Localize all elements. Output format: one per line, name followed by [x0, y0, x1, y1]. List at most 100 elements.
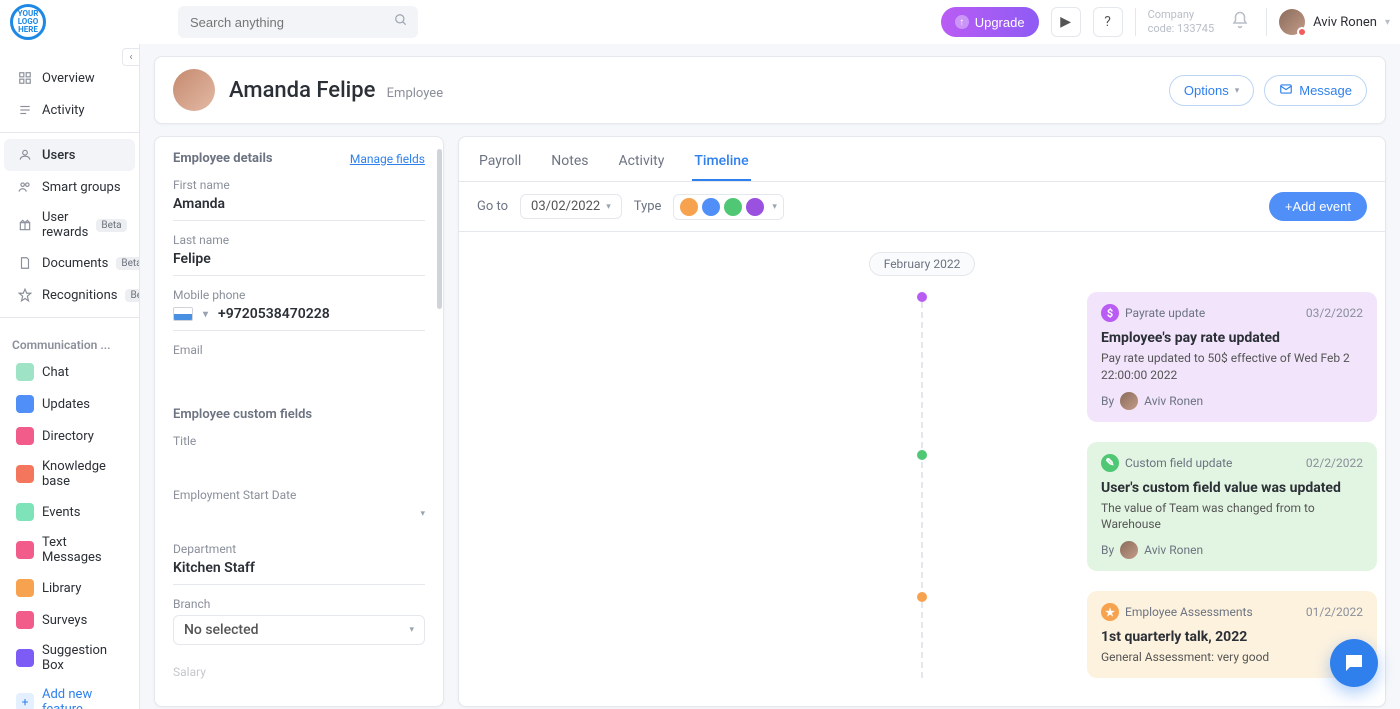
divider: [1135, 8, 1136, 36]
upgrade-icon: ↑: [955, 15, 969, 29]
options-button[interactable]: Options▾: [1169, 75, 1254, 106]
sidebar-smart-groups[interactable]: Smart groups: [4, 171, 135, 203]
sidebar-recognitions[interactable]: Recognitions Beta: [4, 279, 135, 311]
branch-select[interactable]: No selected▾: [173, 615, 425, 645]
user-icon: [16, 146, 34, 164]
event-by: By Aviv Ronen: [1101, 392, 1363, 410]
timeline-panel: Payroll Notes Activity Timeline Go to 03…: [458, 136, 1386, 707]
main: Amanda Felipe Employee Options▾ Message …: [140, 44, 1400, 709]
sidebar-collapse-button[interactable]: ‹: [122, 48, 140, 66]
chat-icon: [16, 363, 34, 381]
add-event-button[interactable]: +Add event: [1269, 192, 1367, 221]
tab-notes[interactable]: Notes: [549, 147, 590, 181]
logo: YOURLOGOHERE: [10, 4, 46, 40]
sidebar-events[interactable]: Events: [4, 496, 135, 528]
message-button[interactable]: Message: [1264, 75, 1367, 106]
chevron-down-icon[interactable]: ▾: [203, 309, 208, 320]
mobile-label: Mobile phone: [173, 288, 425, 302]
tabs: Payroll Notes Activity Timeline: [459, 137, 1385, 182]
beta-badge: Beta: [96, 219, 126, 232]
sidebar-users[interactable]: Users: [4, 139, 135, 171]
sidebar-user-rewards[interactable]: User rewards Beta: [4, 203, 135, 247]
type-filter[interactable]: ▾: [673, 194, 784, 220]
start-date-select[interactable]: ▾: [173, 506, 425, 522]
users-icon: [16, 178, 34, 196]
company-code: Company code: 133745: [1148, 8, 1215, 37]
goto-label: Go to: [477, 199, 508, 214]
timeline-dot: [917, 292, 927, 302]
scrollbar[interactable]: [435, 137, 443, 706]
search-box[interactable]: [178, 6, 418, 38]
profile-name: Amanda Felipe: [229, 78, 375, 103]
employee-details-panel: Employee details Manage fields First nam…: [154, 136, 444, 707]
sidebar-chat[interactable]: Chat: [4, 356, 135, 388]
flag-icon: [173, 307, 193, 321]
sidebar-suggestion[interactable]: Suggestion Box: [4, 636, 135, 680]
timeline-line: [921, 292, 923, 678]
sidebar-directory[interactable]: Directory: [4, 420, 135, 452]
bell-icon[interactable]: [1226, 11, 1254, 33]
event-desc: Pay rate updated to 50$ effective of Wed…: [1101, 350, 1363, 384]
event-date: 02/2/2022: [1306, 456, 1363, 470]
assessment-icon: ★: [1101, 603, 1119, 621]
sidebar-activity[interactable]: Activity: [4, 94, 135, 126]
envelope-icon: [1279, 82, 1293, 99]
timeline-body: February 2022 $ Payrate update 03/2/2022…: [459, 232, 1385, 706]
sidebar-texts[interactable]: Text Messages: [4, 528, 135, 572]
goto-date-select[interactable]: 03/02/2022▾: [520, 194, 622, 219]
sidebar-add-feature[interactable]: +Add new feature: [4, 680, 135, 709]
department-value[interactable]: Kitchen Staff: [173, 560, 425, 576]
user-menu[interactable]: Aviv Ronen ▾: [1279, 9, 1390, 35]
sidebar: ‹ Overview Activity Users Smart groups U…: [0, 44, 140, 709]
timeline-dot: [917, 592, 927, 602]
mobile-value[interactable]: ▾ +9720538470228: [173, 306, 425, 322]
timeline-filters: Go to 03/02/2022▾ Type ▾ +Add event: [459, 182, 1385, 232]
events-icon: [16, 503, 34, 521]
type-chip-purple: [746, 198, 764, 216]
event-title: Employee's pay rate updated: [1101, 330, 1363, 346]
avatar: [1279, 9, 1305, 35]
timeline-card-payrate[interactable]: $ Payrate update 03/2/2022 Employee's pa…: [1087, 292, 1377, 422]
timeline-dot: [917, 450, 927, 460]
type-chip-orange: [680, 198, 698, 216]
sidebar-updates[interactable]: Updates: [4, 388, 135, 420]
help-button[interactable]: ?: [1093, 7, 1123, 37]
branch-label: Branch: [173, 597, 425, 611]
tab-activity[interactable]: Activity: [617, 147, 667, 181]
sidebar-knowledge[interactable]: Knowledge base: [4, 452, 135, 496]
upgrade-button[interactable]: ↑ Upgrade: [941, 7, 1039, 37]
event-by: By Aviv Ronen: [1101, 541, 1363, 559]
sidebar-documents[interactable]: Documents Beta: [4, 247, 135, 279]
last-name-value[interactable]: Felipe: [173, 251, 425, 267]
department-label: Department: [173, 542, 425, 556]
chevron-down-icon: ▾: [420, 509, 425, 519]
library-icon: [16, 579, 34, 597]
event-date: 03/2/2022: [1306, 306, 1363, 320]
search-input[interactable]: [188, 14, 394, 31]
event-desc: The value of Team was changed from to Wa…: [1101, 500, 1363, 534]
last-name-label: Last name: [173, 233, 425, 247]
email-value[interactable]: [173, 361, 425, 377]
type-chip-green: [724, 198, 742, 216]
document-icon: [16, 254, 34, 272]
grid-icon: [16, 69, 34, 87]
title-value[interactable]: [173, 452, 425, 468]
tab-payroll[interactable]: Payroll: [477, 147, 523, 181]
profile-role: Employee: [387, 86, 443, 101]
type-chip-blue: [702, 198, 720, 216]
divider: [1266, 8, 1267, 36]
title-label: Title: [173, 434, 425, 448]
sidebar-library[interactable]: Library: [4, 572, 135, 604]
help-fab[interactable]: [1330, 639, 1378, 687]
sidebar-surveys[interactable]: Surveys: [4, 604, 135, 636]
beta-badge: Beta: [116, 257, 140, 270]
tab-timeline[interactable]: Timeline: [692, 147, 750, 181]
play-button[interactable]: ▶: [1051, 7, 1081, 37]
manage-fields-link[interactable]: Manage fields: [350, 152, 425, 166]
salary-label: Salary: [173, 665, 425, 679]
first-name-value[interactable]: Amanda: [173, 196, 425, 212]
timeline-card-custom-field[interactable]: ✎ Custom field update 02/2/2022 User's c…: [1087, 442, 1377, 572]
event-desc: General Assessment: very good: [1101, 649, 1363, 666]
sidebar-overview[interactable]: Overview: [4, 62, 135, 94]
sidebar-section-communication: Communication ...: [0, 324, 139, 356]
